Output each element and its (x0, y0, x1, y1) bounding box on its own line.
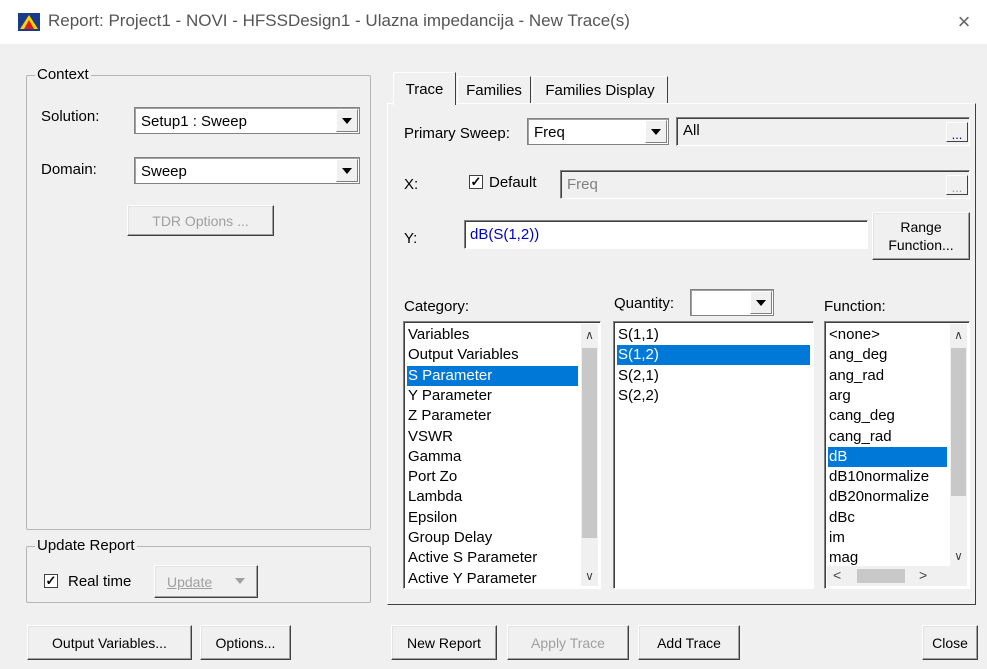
chevron-down-icon[interactable] (336, 159, 358, 182)
function-list-item[interactable]: dB20normalize (828, 487, 947, 507)
close-window-icon[interactable]: × (952, 10, 976, 34)
function-list-item[interactable]: ang_rad (828, 366, 947, 386)
context-group: Context (26, 66, 371, 530)
x-label: X: (404, 176, 419, 193)
apply-trace-button[interactable]: Apply Trace (507, 625, 629, 660)
sweep-range-field: All (676, 117, 970, 146)
output-variables-button[interactable]: Output Variables... (27, 625, 192, 660)
function-list-item[interactable]: arg (828, 386, 947, 406)
close-button[interactable]: Close (922, 625, 978, 660)
chevron-down-icon[interactable] (645, 120, 667, 143)
category-list-item[interactable]: Variables (407, 325, 578, 345)
scroll-thumb[interactable] (582, 348, 597, 538)
quantity-list-item[interactable]: S(2,2) (617, 386, 810, 406)
domain-combo[interactable]: Sweep (134, 157, 360, 184)
range-function-button[interactable]: Range Function... (872, 212, 970, 260)
ansys-report-icon (18, 13, 40, 31)
domain-value: Sweep (141, 163, 187, 180)
scroll-up-icon[interactable]: ∧ (581, 326, 598, 343)
x-default-checkbox[interactable]: ✓ (469, 175, 483, 189)
function-list-item[interactable]: dBc (828, 508, 947, 528)
realtime-label: Real time (68, 573, 132, 590)
quantity-filter-combo[interactable] (690, 289, 774, 316)
category-list-item[interactable]: Lambda (407, 487, 578, 507)
tdr-options-button[interactable]: TDR Options ... (127, 205, 274, 236)
category-label: Category: (404, 298, 470, 315)
update-report-title: Update Report (35, 537, 137, 554)
options-button[interactable]: Options... (200, 625, 291, 660)
function-list[interactable]: <none> ang_deg ang_rad arg cang_deg cang_rad d… (824, 321, 970, 589)
y-label: Y: (404, 230, 418, 247)
scroll-up-icon[interactable]: ∧ (950, 326, 967, 343)
function-list-item[interactable]: ang_deg (828, 345, 947, 365)
scroll-left-icon[interactable]: < (833, 567, 841, 583)
scroll-right-icon[interactable]: > (919, 567, 927, 583)
category-list-item[interactable]: S Parameter (407, 365, 578, 386)
primary-sweep-label: Primary Sweep: (404, 125, 510, 142)
sweep-range-value: All (683, 122, 700, 139)
solution-combo[interactable]: Setup1 : Sweep (134, 107, 360, 134)
update-button[interactable]: Update (154, 565, 258, 598)
category-list-item[interactable]: Y Parameter (407, 386, 578, 406)
category-list-item[interactable]: Gamma (407, 447, 578, 467)
checkmark-icon: ✓ (470, 174, 482, 189)
category-list-item[interactable]: Epsilon (407, 508, 578, 528)
function-list-item[interactable]: cang_deg (828, 406, 947, 426)
function-scrollbar[interactable]: ∧ ∨ (950, 324, 967, 566)
quantity-label: Quantity: (614, 295, 675, 312)
domain-label: Domain: (41, 161, 97, 178)
range-function-line1: Range (900, 219, 942, 235)
category-list-item[interactable]: Output Variables (407, 345, 578, 365)
category-list-item[interactable]: Port Zo (407, 467, 578, 487)
function-list-item[interactable]: im (828, 528, 947, 548)
window-title: Report: Project1 - NOVI - HFSSDesign1 - … (48, 11, 630, 30)
category-list-item[interactable]: Z Parameter (407, 406, 578, 426)
x-ellipsis-button[interactable]: ... (946, 175, 968, 195)
sweep-range-ellipsis-button[interactable]: ... (946, 122, 968, 142)
function-list-item[interactable]: dB10normalize (828, 467, 947, 487)
add-trace-button[interactable]: Add Trace (638, 625, 740, 660)
y-expression-input[interactable]: dB(S(1,2)) (464, 220, 868, 249)
category-list[interactable]: Variables Output Variables S Parameter Y Pa… (403, 321, 601, 589)
context-group-title: Context (35, 66, 91, 83)
quantity-list-item[interactable]: S(1,1) (617, 325, 810, 345)
solution-value: Setup1 : Sweep (141, 113, 247, 130)
primary-sweep-combo[interactable]: Freq (527, 118, 669, 145)
dropdown-arrow-icon (235, 578, 245, 584)
function-list-item[interactable]: <none> (828, 325, 947, 345)
title-bar: Report: Project1 - NOVI - HFSSDesign1 - … (0, 0, 987, 44)
category-list-item[interactable]: Group Delay (407, 528, 578, 548)
quantity-list[interactable]: S(1,1) S(1,2) S(2,1) S(2,2) (613, 321, 814, 589)
x-expression-field: Freq (560, 170, 970, 199)
new-report-button[interactable]: New Report (391, 625, 497, 660)
range-function-line2: Function... (888, 237, 954, 253)
scroll-thumb[interactable] (951, 348, 966, 496)
y-expression-value: dB(S(1,2)) (470, 226, 540, 243)
tab-families-display[interactable]: Families Display (532, 76, 668, 104)
function-list-item[interactable]: dB (828, 446, 947, 467)
tab-families[interactable]: Families (457, 76, 531, 104)
x-default-label: Default (489, 174, 537, 191)
checkmark-icon: ✓ (45, 573, 57, 588)
primary-sweep-value: Freq (534, 124, 565, 141)
quantity-list-item[interactable]: S(2,1) (617, 366, 810, 386)
scroll-down-icon[interactable]: ∨ (950, 547, 967, 564)
function-hscrollbar[interactable]: < > (827, 566, 967, 586)
function-label: Function: (824, 298, 886, 315)
function-list-item[interactable]: cang_rad (828, 427, 947, 447)
category-list-item[interactable]: VSWR (407, 427, 578, 447)
hscroll-thumb[interactable] (857, 569, 905, 583)
tab-trace[interactable]: Trace (393, 72, 456, 105)
category-list-item[interactable]: Active Y Parameter (407, 569, 578, 588)
quantity-list-item[interactable]: S(1,2) (617, 345, 810, 366)
realtime-checkbox[interactable]: ✓ (44, 574, 58, 588)
chevron-down-icon[interactable] (750, 291, 772, 314)
solution-label: Solution: (41, 108, 100, 125)
category-scrollbar[interactable]: ∧ ∨ (581, 324, 598, 586)
chevron-down-icon[interactable] (336, 109, 358, 132)
scroll-down-icon[interactable]: ∨ (581, 567, 598, 584)
update-button-label: Update (167, 573, 213, 590)
x-expression-value: Freq (567, 176, 598, 193)
category-list-item[interactable]: Active S Parameter (407, 548, 578, 568)
